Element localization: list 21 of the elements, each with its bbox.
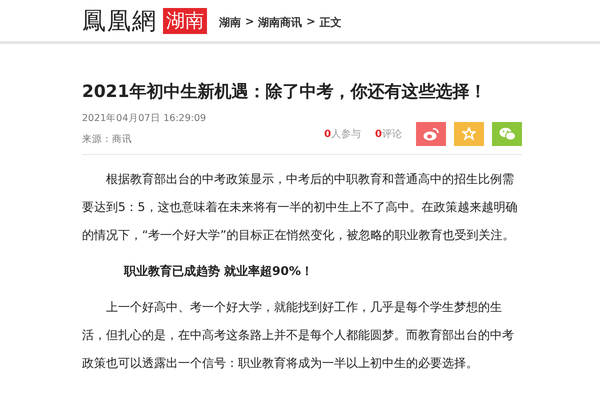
breadcrumb-separator: > [306, 15, 316, 30]
stat-label: 0评论 [375, 128, 402, 141]
section-heading: 职业教育已成趋势 就业率超90%！ [122, 263, 314, 280]
region-label[interactable]: 湖南 [163, 8, 207, 34]
share-button[interactable] [416, 122, 446, 146]
share-button[interactable] [454, 122, 484, 146]
breadcrumb-separator: > [245, 15, 254, 30]
breadcrumb-link[interactable]: 湖南商讯 [258, 15, 302, 30]
article-paragraph: 上一个好高中、考一个好大学，就能找到好工作，几乎是每个学生梦想的生活，但扎心的是，在中高考这条路上并不是每个人都能圆梦。而教育部出台的中考政策也可以透露出一个信号：职业教育将成为一半以上初中生的必要选择。 [82, 299, 515, 372]
article-paragraph: 根据教育部出台的中考政策显示，中考后的中职教育和普通高中的招生比例需要达到5：5，这也意味着在未来将有一半的初中生上不了高中。在政策越来越明确的情况下，“考一个好大学”的目标正在悄然变化，被忽略的职业教育也受到关注。 [82, 171, 518, 244]
article-source: 来源：商讯 [82, 133, 133, 146]
star-icon [462, 127, 476, 141]
chat-icon [498, 127, 516, 141]
article-title: 2021年初中生新机遇：除了中考，你还有这些选择！ [82, 81, 488, 104]
share-button[interactable] [492, 122, 522, 146]
site-logo[interactable]: 鳳凰網 [82, 7, 157, 35]
stat-label: 0人参与 [324, 128, 362, 141]
weibo-icon [423, 128, 439, 140]
breadcrumb-link[interactable]: 湖南 [219, 15, 241, 30]
breadcrumb-link[interactable]: 正文 [319, 15, 342, 30]
publish-date: 2021年04月07日 16:29:09 [82, 112, 206, 125]
